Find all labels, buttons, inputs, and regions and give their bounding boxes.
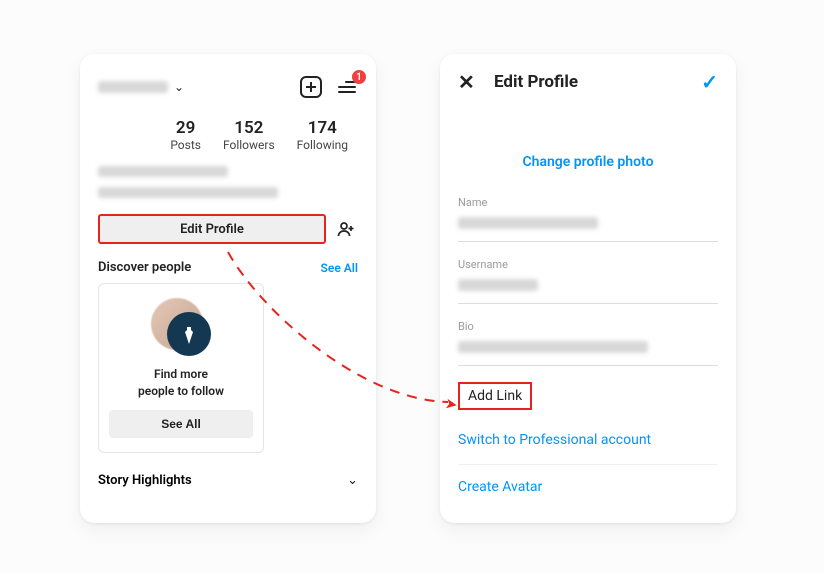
username-blurred <box>98 81 168 93</box>
name-field[interactable]: Name <box>458 190 718 242</box>
stat-posts[interactable]: 29 Posts <box>170 118 201 152</box>
stat-value: 174 <box>297 118 348 138</box>
change-photo-link[interactable]: Change profile photo <box>458 154 718 170</box>
username-value-blurred <box>458 279 538 291</box>
username-dropdown[interactable]: ⌄ <box>98 80 184 94</box>
stat-followers[interactable]: 152 Followers <box>223 118 275 152</box>
profile-screen: ⌄ 1 29 Posts 152 Followers 174 Following… <box>80 54 376 523</box>
edit-header: ✕ Edit Profile ✓ <box>458 70 718 94</box>
stat-following[interactable]: 174 Following <box>297 118 348 152</box>
stats-row: 29 Posts 152 Followers 174 Following <box>98 118 358 152</box>
stat-label: Following <box>297 138 348 152</box>
menu-icon <box>338 81 356 93</box>
page-title: Edit Profile <box>480 72 701 92</box>
create-avatar-link[interactable]: Create Avatar <box>458 465 718 509</box>
discover-section: Discover people See All Find more people… <box>98 260 358 453</box>
bio-value-blurred <box>458 341 648 353</box>
avatar-icon <box>167 312 211 356</box>
discover-people-icon[interactable] <box>334 217 358 241</box>
chevron-down-icon: ⌄ <box>174 80 184 94</box>
see-all-button[interactable]: See All <box>109 410 253 438</box>
top-bar: ⌄ 1 <box>98 70 358 104</box>
username-field[interactable]: Username <box>458 252 718 304</box>
bio-blurred <box>98 187 278 198</box>
menu-button[interactable]: 1 <box>336 76 358 98</box>
add-post-icon[interactable] <box>300 76 322 98</box>
edit-profile-label: Edit Profile <box>180 222 244 237</box>
story-highlights-row[interactable]: Story Highlights ⌄ <box>98 473 358 488</box>
switch-professional-link[interactable]: Switch to Professional account <box>458 424 718 465</box>
discover-card: Find more people to follow See All <box>98 283 264 453</box>
notification-badge: 1 <box>352 70 366 84</box>
story-title: Story Highlights <box>98 473 192 488</box>
field-label: Username <box>458 258 718 271</box>
avatar-stack <box>151 296 211 356</box>
stat-value: 152 <box>223 118 275 138</box>
see-all-link[interactable]: See All <box>321 261 358 275</box>
top-icons: 1 <box>300 76 358 98</box>
discover-title: Discover people <box>98 260 191 275</box>
confirm-icon[interactable]: ✓ <box>701 70 718 94</box>
display-name-blurred <box>98 166 228 177</box>
edit-profile-screen: ✕ Edit Profile ✓ Change profile photo Na… <box>440 54 736 523</box>
stat-label: Followers <box>223 138 275 152</box>
field-label: Name <box>458 196 718 209</box>
edit-profile-button[interactable]: Edit Profile <box>98 214 326 244</box>
bio-field[interactable]: Bio <box>458 314 718 366</box>
card-text: Find more people to follow <box>138 366 224 400</box>
name-value-blurred <box>458 217 598 229</box>
close-icon[interactable]: ✕ <box>458 70 480 94</box>
add-link-button[interactable]: Add Link <box>458 382 532 410</box>
stat-value: 29 <box>170 118 201 138</box>
chevron-down-icon: ⌄ <box>347 473 358 488</box>
field-label: Bio <box>458 320 718 333</box>
stat-label: Posts <box>170 138 201 152</box>
